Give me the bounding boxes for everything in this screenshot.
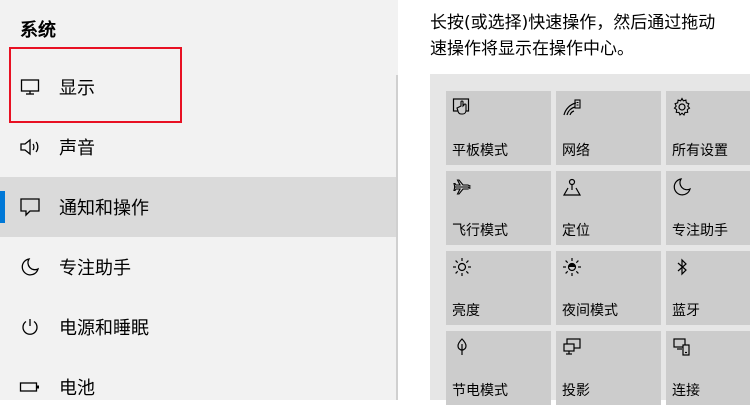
tile-focus-assist[interactable]: 专注助手 (666, 171, 750, 245)
night-light-icon (562, 257, 582, 277)
sidebar-item-label: 通知和操作 (59, 198, 149, 219)
tile-connect[interactable]: 连接 (666, 331, 750, 405)
sidebar-item-label: 专注助手 (59, 258, 131, 279)
airplane-icon (452, 177, 472, 197)
gear-icon (672, 97, 692, 117)
tile-label: 专注助手 (672, 223, 728, 239)
sidebar-title: 系统 (20, 20, 56, 41)
tile-label: 连接 (672, 383, 700, 399)
monitor-icon (19, 76, 41, 98)
description-line-1: 长按(或选择)快速操作，然后通过拖动 (430, 13, 716, 33)
description-line-2: 速操作将显示在操作中心。 (430, 39, 634, 59)
sidebar-item-sound[interactable]: 声音 (0, 117, 398, 177)
sidebar: 系统 显示 声音 通知和操作 专注助手 电源和睡眠 电池 (0, 0, 398, 400)
tile-tablet-mode[interactable]: 平板模式 (446, 91, 551, 165)
tile-label: 夜间模式 (562, 303, 618, 319)
tile-label: 平板模式 (452, 143, 508, 159)
bluetooth-icon (672, 257, 692, 277)
sidebar-item-power-sleep[interactable]: 电源和睡眠 (0, 297, 398, 357)
sidebar-item-display[interactable]: 显示 (0, 57, 398, 117)
tile-label: 亮度 (452, 303, 480, 319)
sidebar-item-label: 声音 (59, 138, 95, 159)
sidebar-item-label: 显示 (59, 78, 95, 99)
battery-icon (19, 376, 41, 398)
tablet-mode-icon (452, 97, 472, 117)
moon-icon (19, 256, 41, 278)
tile-label: 节电模式 (452, 383, 508, 399)
tile-label: 所有设置 (672, 143, 728, 159)
tile-label: 飞行模式 (452, 223, 508, 239)
tile-battery-saver[interactable]: 节电模式 (446, 331, 551, 405)
tile-brightness[interactable]: 亮度 (446, 251, 551, 325)
notification-icon (19, 196, 41, 218)
quick-actions-description: 长按(或选择)快速操作，然后通过拖动 速操作将显示在操作中心。 (430, 10, 750, 62)
tile-label: 蓝牙 (672, 303, 700, 319)
battery-saver-icon (452, 337, 472, 357)
location-icon (562, 177, 582, 197)
tile-all-settings[interactable]: 所有设置 (666, 91, 750, 165)
tile-location[interactable]: 定位 (556, 171, 661, 245)
sidebar-item-focus-assist[interactable]: 专注助手 (0, 237, 398, 297)
network-icon (562, 97, 582, 117)
moon-icon (672, 177, 692, 197)
power-icon (19, 316, 41, 338)
tile-night-light[interactable]: 夜间模式 (556, 251, 661, 325)
connect-icon (672, 337, 692, 357)
speaker-icon (19, 136, 41, 158)
tile-bluetooth[interactable]: 蓝牙 (666, 251, 750, 325)
tile-airplane-mode[interactable]: 飞行模式 (446, 171, 551, 245)
sidebar-item-label: 电池 (59, 378, 95, 399)
sidebar-item-label: 电源和睡眠 (59, 318, 149, 339)
sidebar-item-notifications[interactable]: 通知和操作 (0, 177, 398, 237)
brightness-icon (452, 257, 472, 277)
tile-network[interactable]: 网络 (556, 91, 661, 165)
project-icon (562, 337, 582, 357)
tile-label: 网络 (562, 143, 590, 159)
tile-project[interactable]: 投影 (556, 331, 661, 405)
sidebar-item-battery[interactable]: 电池 (0, 357, 398, 417)
divider (396, 75, 398, 400)
tile-label: 投影 (562, 383, 590, 399)
quick-actions-panel: 平板模式 网络 所有设置 飞行模式 定位 专注助手 亮度 夜间模式 蓝牙 节电模… (430, 74, 750, 405)
tile-label: 定位 (562, 223, 590, 239)
